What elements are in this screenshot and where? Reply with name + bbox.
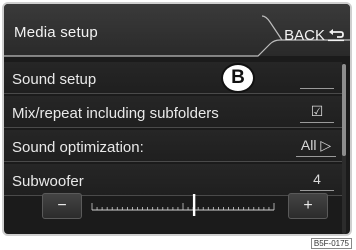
settings-menu: Sound setup Mix/repeat including subfold… bbox=[4, 62, 342, 198]
header-bar: Media setup BACK bbox=[4, 4, 350, 57]
subwoofer-slider: − + bbox=[12, 192, 330, 220]
menu-item-value bbox=[300, 65, 334, 89]
menu-item-mix-repeat[interactable]: Mix/repeat including subfolders ☑ bbox=[4, 96, 342, 128]
menu-item-sound-optimization[interactable]: Sound optimization: All ▷ bbox=[4, 130, 342, 162]
menu-item-label: Sound optimization: bbox=[12, 139, 144, 156]
slider-thumb[interactable] bbox=[192, 194, 196, 216]
menu-item-label: Mix/repeat including subfolders bbox=[12, 105, 219, 122]
menu-item-label: Sound setup bbox=[12, 71, 97, 88]
menu-item-value: All ▷ bbox=[296, 133, 336, 157]
callout-badge: B bbox=[221, 63, 255, 93]
back-button[interactable]: BACK bbox=[266, 16, 350, 54]
scrollbar-thumb[interactable] bbox=[342, 64, 346, 156]
figure-code: B5F-0175 bbox=[310, 238, 352, 249]
increase-button[interactable]: + bbox=[288, 193, 328, 219]
page-title: Media setup bbox=[14, 24, 98, 41]
subwoofer-value: 4 bbox=[300, 167, 334, 191]
menu-item-label: Subwoofer bbox=[12, 173, 84, 190]
checkbox[interactable]: ☑ bbox=[300, 99, 334, 123]
scrollbar[interactable] bbox=[342, 64, 346, 234]
menu-item-sound-setup[interactable]: Sound setup bbox=[4, 62, 342, 94]
checkbox-checked-icon: ☑ bbox=[310, 102, 324, 119]
return-arrow-icon bbox=[328, 29, 344, 42]
infotainment-screen: Media setup BACK Sound setup Mix/repeat … bbox=[2, 2, 352, 236]
back-button-label: BACK bbox=[284, 26, 325, 44]
slider-track[interactable] bbox=[12, 192, 330, 220]
